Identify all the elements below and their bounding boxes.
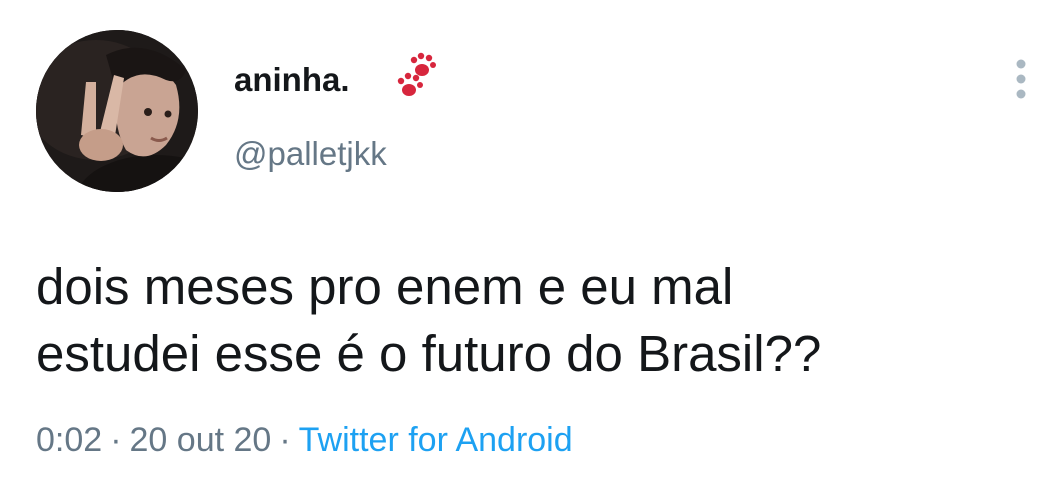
tweet-date[interactable]: 20 out 20: [130, 421, 272, 459]
tweet-text: dois meses pro enem e eu mal estudei ess…: [36, 253, 1046, 387]
tweet-meta: 0:02 · 20 out 20 · Twitter for Android: [36, 421, 573, 460]
source-link[interactable]: Twitter for Android: [299, 421, 573, 459]
more-options-button[interactable]: [1004, 56, 1038, 102]
avatar-photo: [36, 30, 198, 192]
avatar[interactable]: [36, 30, 198, 192]
tweet-text-line: estudei esse é o futuro do Brasil??: [36, 325, 822, 382]
paw-prints-icon: [397, 52, 436, 96]
tweet-time: 0:02: [36, 421, 103, 459]
tweet-text-line: dois meses pro enem e eu mal: [36, 258, 734, 315]
meta-separator: ·: [279, 421, 291, 459]
display-name[interactable]: aninha.: [234, 61, 350, 99]
user-handle[interactable]: @palletjkk: [234, 135, 387, 173]
vertical-ellipsis-icon: [1016, 59, 1026, 99]
tweet-card: aninha. @palletjkk dois meses pro enem e…: [0, 0, 1059, 497]
meta-separator: ·: [110, 421, 122, 459]
